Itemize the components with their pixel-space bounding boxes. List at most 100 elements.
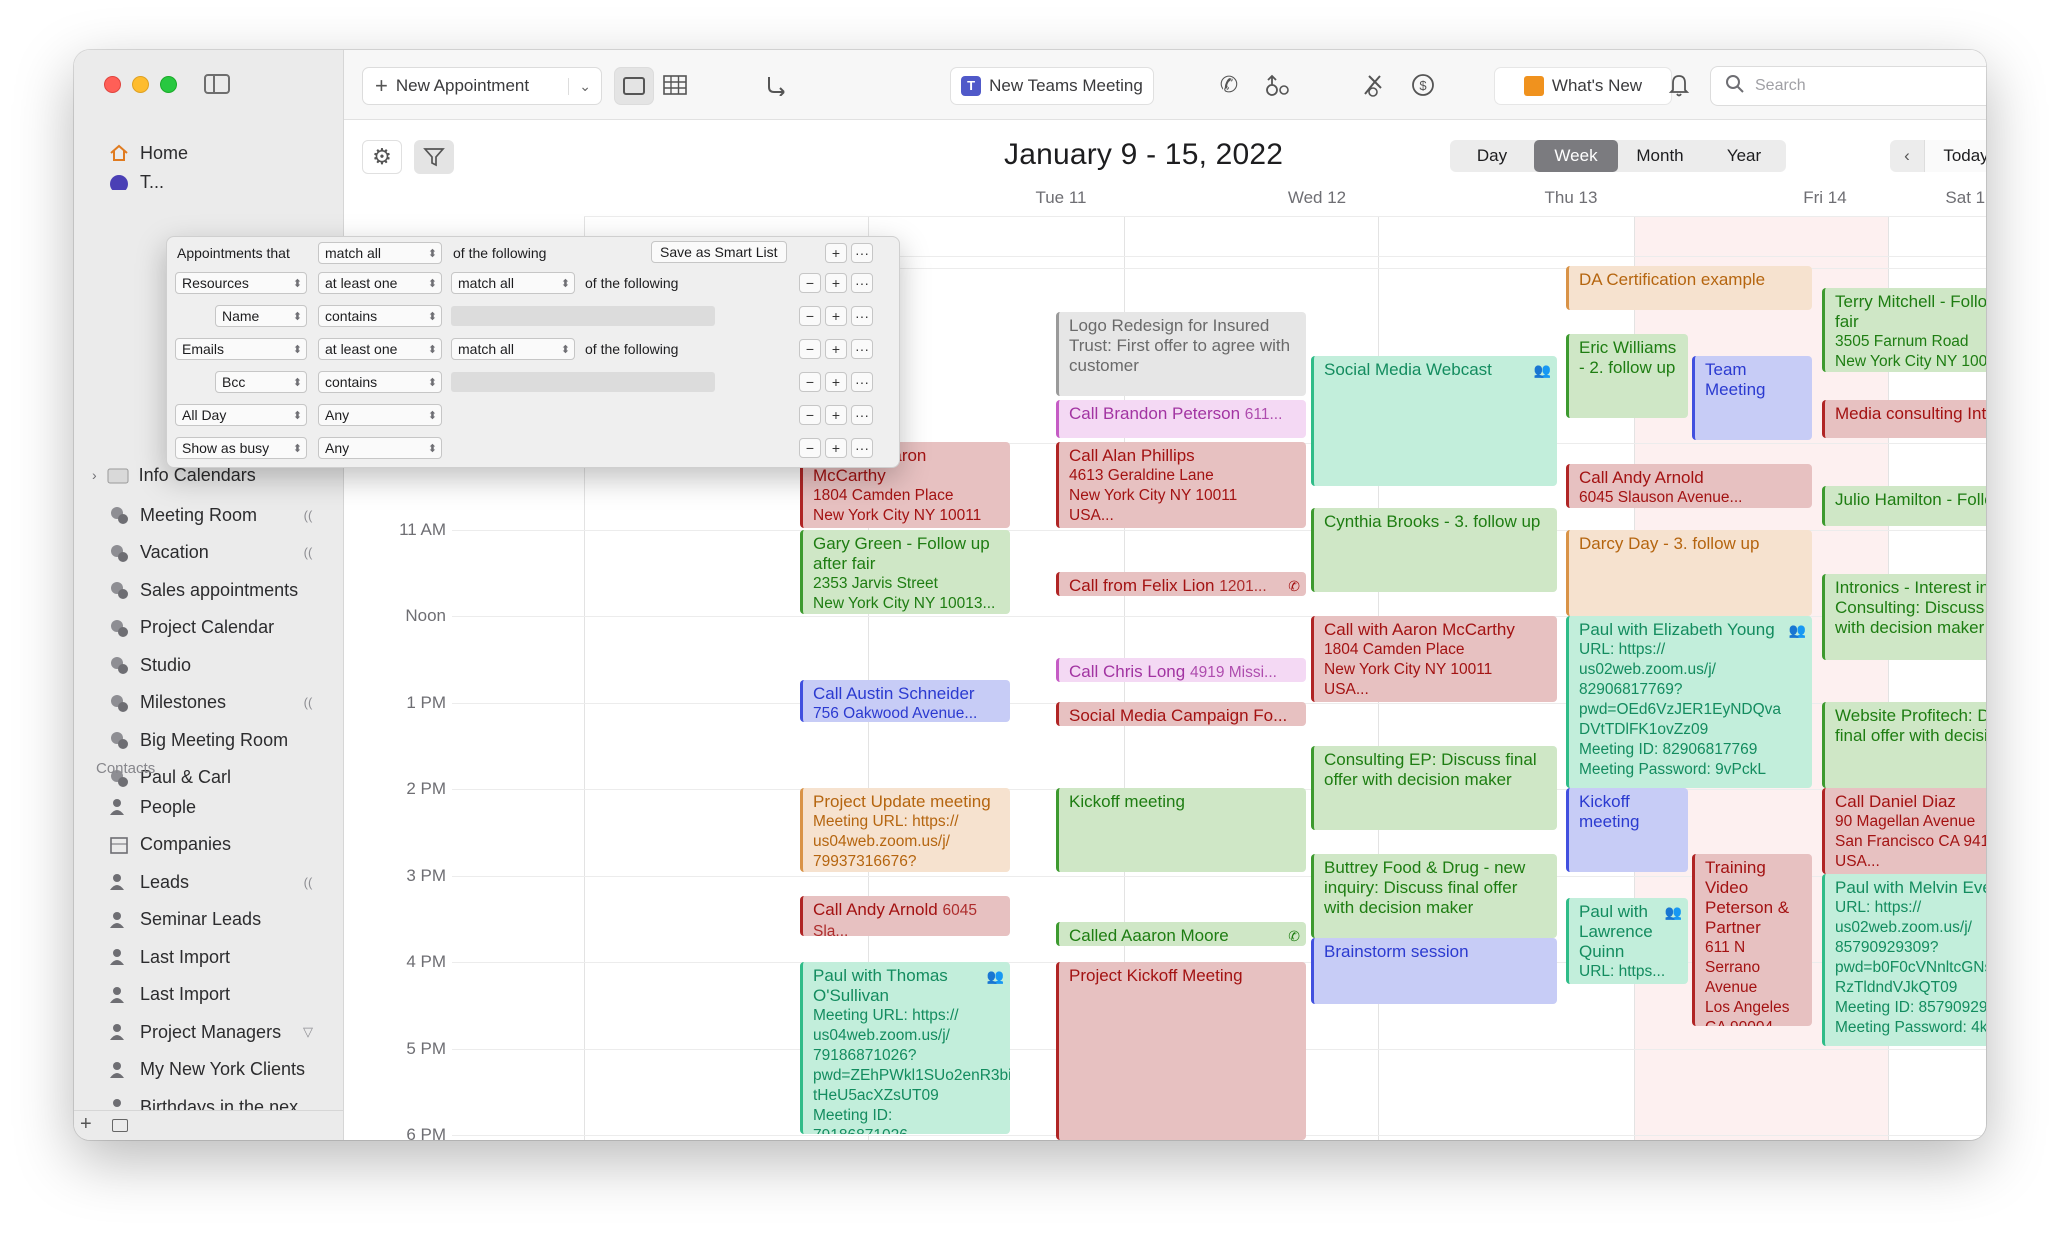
add-icon[interactable]: + (80, 1113, 92, 1136)
filter-match-select[interactable]: match all (451, 338, 575, 360)
sidebar-item-contact[interactable]: Seminar Leads (108, 905, 261, 935)
sidebar-item-calendar[interactable]: Project Calendar (108, 613, 274, 643)
day-header[interactable]: Thu 13 (1444, 188, 1698, 208)
minimize-window-button[interactable] (132, 76, 149, 93)
whats-new-button[interactable]: What's New (1494, 67, 1672, 105)
new-appointment-button[interactable]: + New Appointment ⌄ (362, 67, 602, 105)
filter-icon[interactable] (414, 140, 454, 174)
calendar-event[interactable]: Call Chris Long 4919 Missi... (1056, 658, 1306, 682)
day-header[interactable]: Wed 12 (1190, 188, 1444, 208)
new-teams-meeting-button[interactable]: T New Teams Meeting (950, 67, 1154, 105)
calendar-event[interactable]: Media consulting Intrade:... (1822, 400, 1986, 438)
view-week-button[interactable]: Week (1534, 140, 1618, 172)
sidebar-item-contact[interactable]: Last Import (108, 980, 230, 1010)
view-month-button[interactable]: Month (1618, 140, 1702, 172)
more-options-button[interactable]: ··· (851, 405, 873, 425)
calendar-event[interactable]: Website Profitech: Discuss final offer w… (1822, 702, 1986, 788)
dollar-icon[interactable]: $ (1408, 70, 1438, 100)
calendar-view-button[interactable] (614, 67, 654, 105)
remove-rule-button[interactable]: − (799, 438, 821, 458)
calendar-event[interactable]: DA Certification example (1566, 266, 1812, 310)
sidebar-toggle-icon[interactable] (204, 74, 230, 94)
remove-rule-button[interactable]: − (799, 339, 821, 359)
link-icon[interactable] (762, 70, 792, 100)
calendar-event[interactable]: Call with Aaron McCarthy 1804 Camden Plac… (1311, 616, 1557, 702)
more-options-button[interactable]: ··· (851, 339, 873, 359)
calendar-event[interactable]: Called Aaaron Moore ✆ (1056, 922, 1306, 946)
sidebar-item-calendar[interactable]: Big Meeting Room (108, 725, 288, 755)
sidebar-item-contact[interactable]: Last Import (108, 942, 230, 972)
filter-field-select[interactable]: Emails (175, 338, 307, 360)
more-options-button[interactable]: ··· (851, 243, 873, 263)
calendar-event[interactable]: Social Media Webcast 👥 (1311, 356, 1557, 486)
add-rule-button[interactable]: + (825, 306, 847, 326)
add-rule-button[interactable]: + (825, 273, 847, 293)
sidebar-item-contact[interactable]: My New York Clients (108, 1055, 305, 1085)
calendar-event[interactable]: Paul with Thomas O'Sullivan Meeting URL: … (800, 962, 1010, 1134)
chevron-right-icon[interactable]: › (92, 467, 97, 483)
filter-operator-select[interactable]: Any (318, 437, 442, 459)
calendar-event[interactable]: Kickoff meeting (1056, 788, 1306, 872)
filter-operator-select[interactable]: contains (318, 371, 442, 393)
view-year-button[interactable]: Year (1702, 140, 1786, 172)
calendar-event[interactable]: Call Brandon Peterson 611... (1056, 400, 1306, 438)
calendar-event[interactable]: Paul with Elizabeth Young URL: https:// us… (1566, 616, 1812, 788)
calendar-event[interactable]: Training Video Peterson & Partner 611 N S… (1692, 854, 1812, 1026)
table-view-icon[interactable] (660, 70, 690, 100)
calendar-event[interactable]: Paul with Melvin Everhart URL: https:// us… (1822, 874, 1986, 1046)
calendar-event[interactable]: Call Daniel Diaz 90 Magellan Avenue San Fr… (1822, 788, 1986, 874)
calendar-event[interactable]: Darcy Day - 3. follow up (1566, 530, 1812, 616)
more-options-button[interactable]: ··· (851, 273, 873, 293)
search-field[interactable]: Search (1710, 66, 1986, 106)
calendar-event[interactable]: Consulting EP: Discuss final offer with … (1311, 746, 1557, 830)
phone-call-icon[interactable]: ✆ (1214, 70, 1244, 100)
sidebar-item-calendar[interactable]: Sales appointments (108, 575, 298, 605)
calendar-event[interactable]: Team Meeting (1692, 356, 1812, 440)
chevron-down-icon[interactable]: ⌄ (568, 77, 591, 95)
add-rule-button[interactable]: + (825, 243, 847, 263)
remove-rule-button[interactable]: − (799, 405, 821, 425)
bell-icon[interactable] (1664, 70, 1694, 100)
settings-gear-icon[interactable]: ⚙ (362, 140, 402, 174)
remove-rule-button[interactable]: − (799, 273, 821, 293)
calendar-event[interactable]: Intronics - Interest in Consulting: Disc… (1822, 574, 1986, 660)
zoom-window-button[interactable] (160, 76, 177, 93)
calendar-event[interactable]: Eric Williams - 2. follow up (1566, 334, 1688, 418)
sidebar-item-contact[interactable]: Companies (108, 830, 231, 860)
sidebar-item-calendar[interactable]: Studio (108, 650, 191, 680)
sidebar-item-home[interactable]: Home (108, 138, 188, 168)
filter-field-select[interactable]: Name (215, 305, 307, 327)
filter-operator-select[interactable]: at least one (318, 272, 442, 294)
filter-field-select[interactable]: Bcc (215, 371, 307, 393)
calendar-event[interactable]: Call Andy Arnold 6045 Slauson Avenue... (1566, 464, 1812, 508)
sidebar-item-calendar[interactable]: Vacation (108, 538, 209, 568)
calendar-event[interactable]: Paul with Lawrence Quinn URL: https... 👥 (1566, 898, 1688, 984)
more-options-button[interactable]: ··· (851, 438, 873, 458)
remove-rule-button[interactable]: − (799, 306, 821, 326)
filter-field-select[interactable]: Resources (175, 272, 307, 294)
view-day-button[interactable]: Day (1450, 140, 1534, 172)
filter-match-select[interactable]: match all (451, 272, 575, 294)
add-rule-button[interactable]: + (825, 405, 847, 425)
today-button[interactable]: Today (1924, 140, 1986, 172)
calendar-event[interactable]: Kickoff meeting (1566, 788, 1688, 872)
calendar-event[interactable]: Logo Redesign for Insured Trust: First o… (1056, 312, 1306, 396)
calendar-event[interactable]: Project Kickoff Meeting (1056, 962, 1306, 1140)
add-rule-button[interactable]: + (825, 339, 847, 359)
filter-operator-select[interactable]: at least one (318, 338, 442, 360)
calendar-event[interactable]: Buttrey Food & Drug - new inquiry: Discu… (1311, 854, 1557, 938)
sidebar-item-partial[interactable]: T... (108, 174, 164, 190)
calendar-event[interactable]: Call Alan Phillips 4613 Geraldine Lane New… (1056, 442, 1306, 528)
filter-operator-select[interactable]: contains (318, 305, 442, 327)
save-as-smart-list-button[interactable]: Save as Smart List (651, 241, 787, 263)
add-rule-button[interactable]: + (825, 372, 847, 392)
more-options-button[interactable]: ··· (851, 372, 873, 392)
filter-operator-select[interactable]: Any (318, 404, 442, 426)
call-forward-icon[interactable] (1262, 70, 1292, 100)
calendar-event[interactable]: Gary Green - Follow up after fair 2353 Ja… (800, 530, 1010, 614)
sidebar-item-calendar[interactable]: Meeting Room (108, 500, 257, 530)
filter-field-select[interactable]: Show as busy (175, 437, 307, 459)
calendar-event[interactable]: Julio Hamilton - Follow up... (1822, 486, 1986, 526)
sidebar-item-contact[interactable]: Leads (108, 867, 189, 897)
day-header[interactable]: Sat 15 (1910, 188, 1986, 208)
